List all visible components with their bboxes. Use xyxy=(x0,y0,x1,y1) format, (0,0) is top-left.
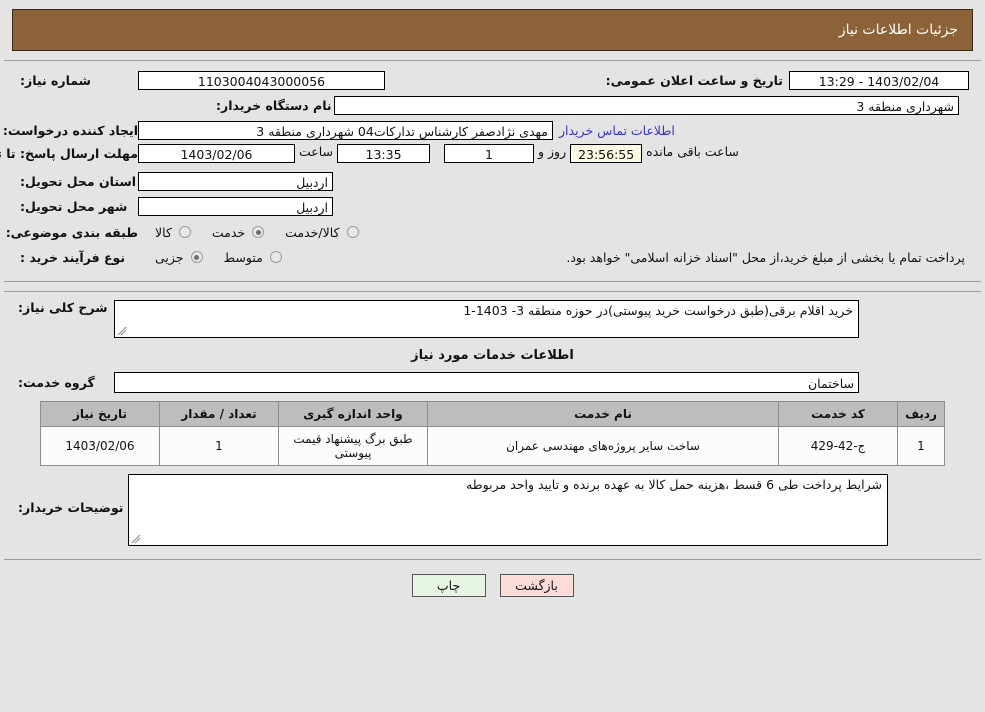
cell-unit: طبق برگ پیشنهاد قیمت پیوستی xyxy=(278,426,428,466)
countdown-value: 23:56:55 xyxy=(570,144,643,163)
cell-quantity: 1 xyxy=(159,426,279,466)
category-option-label: کالا/خدمت xyxy=(285,224,340,240)
province-label: استان محل تحویل: xyxy=(20,173,137,189)
column-header-need-date: تاریخ نیاز xyxy=(40,401,160,427)
process-radio-group[interactable]: متوسط جزیی xyxy=(138,250,286,265)
row-buyer-org: شهرداری منطقه 3 نام دستگاه خریدار: xyxy=(4,94,981,116)
need-summary-panel: 1403/02/04 - 13:29 تاریخ و ساعت اعلان عم… xyxy=(0,60,981,282)
deadline-label: مهلت ارسال پاسخ: تا تاریخ: xyxy=(0,146,138,161)
buyer-contact-link[interactable]: اطلاعات تماس خریدار xyxy=(553,123,681,138)
deadline-date: 1403/02/06 xyxy=(138,144,295,163)
process-label: نوع فرآیند خرید : xyxy=(20,249,126,265)
cell-service-name: ساخت سایر پروژه‌های مهندسی عمران xyxy=(427,426,779,466)
column-header-quantity: تعداد / مقدار xyxy=(159,401,279,427)
row-buyer-notes: شرایط پرداخت طی 6 قسط ،هزینه حمل کالا به… xyxy=(4,474,981,546)
print-button[interactable]: چاپ xyxy=(411,574,486,597)
process-option-label: جزیی xyxy=(155,249,184,265)
need-details-panel: خرید اقلام برقی(طبق درخواست خرید پیوستی)… xyxy=(4,291,981,560)
category-option-label: خدمت xyxy=(211,224,246,240)
table-row: 1 ج-42-429 ساخت سایر پروژه‌های مهندسی عم… xyxy=(40,426,945,466)
process-option-medium[interactable]: متوسط xyxy=(221,250,286,265)
row-service-group: ساختمان گروه خدمت: xyxy=(4,371,981,393)
resize-grip-icon[interactable] xyxy=(131,534,141,544)
radio-icon[interactable] xyxy=(178,226,191,238)
province-value: اردبیل xyxy=(138,171,333,191)
general-need-value: خرید اقلام برقی(طبق درخواست خرید پیوستی)… xyxy=(463,303,853,318)
general-need-textarea[interactable]: خرید اقلام برقی(طبق درخواست خرید پیوستی)… xyxy=(114,300,859,338)
process-option-label: متوسط xyxy=(223,249,263,265)
table-header-row: ردیف کد خدمت نام خدمت واحد اندازه گیری ت… xyxy=(40,401,945,427)
need-number-label: شماره نیاز: xyxy=(20,72,91,88)
hour-label: ساعت xyxy=(299,144,334,159)
city-label: شهر محل تحویل: xyxy=(20,198,128,214)
service-items-table: ردیف کد خدمت نام خدمت واحد اندازه گیری ت… xyxy=(40,401,945,466)
column-header-unit: واحد اندازه گیری xyxy=(278,401,428,427)
process-option-minor[interactable]: جزیی xyxy=(152,250,207,265)
row-city: اردبیل شهر محل تحویل: xyxy=(4,195,981,217)
radio-icon[interactable] xyxy=(252,226,265,238)
city-value: اردبیل xyxy=(138,196,333,216)
buyer-notes-label: توضیحات خریدار: xyxy=(18,500,124,515)
days-value: 1 xyxy=(444,144,535,163)
creator-value: مهدی نژادصفر کارشناس تدارکات04 شهرداری م… xyxy=(138,120,553,140)
row-category: کالا/خدمت خدمت کالا طبقه بندی موضوعی: xyxy=(4,221,981,243)
column-header-index: ردیف xyxy=(897,401,945,427)
row-need-number: 1403/02/04 - 13:29 تاریخ و ساعت اعلان عم… xyxy=(4,69,981,91)
cell-need-date: 1403/02/06 xyxy=(40,426,160,466)
column-header-service-name: نام خدمت xyxy=(427,401,779,427)
creator-label: ایجاد کننده درخواست: xyxy=(2,122,138,138)
remaining-label: ساعت باقی مانده xyxy=(646,144,739,159)
row-province: اردبیل استان محل تحویل: xyxy=(4,170,981,192)
page-header-bar: جزئیات اطلاعات نیاز xyxy=(12,9,973,51)
deadline-time: 13:35 xyxy=(337,144,431,163)
category-option-goods[interactable]: کالا xyxy=(152,225,195,240)
buyer-org-value: شهرداری منطقه 3 xyxy=(334,95,959,115)
service-group-value: ساختمان xyxy=(114,371,859,393)
radio-icon[interactable] xyxy=(190,251,203,263)
need-number-value: 1103004043000056 xyxy=(138,70,385,90)
buyer-notes-textarea[interactable]: شرایط پرداخت طی 6 قسط ،هزینه حمل کالا به… xyxy=(128,474,888,546)
radio-icon[interactable] xyxy=(346,226,359,238)
column-header-service-code: کد خدمت xyxy=(778,401,898,427)
buyer-notes-value: شرایط پرداخت طی 6 قسط ،هزینه حمل کالا به… xyxy=(466,477,882,492)
days-label: روز و xyxy=(538,144,567,159)
row-deadline: ساعت باقی مانده 23:56:55 روز و 1 13:35 س… xyxy=(0,144,981,166)
row-general-need: خرید اقلام برقی(طبق درخواست خرید پیوستی)… xyxy=(4,300,981,338)
category-option-service[interactable]: خدمت xyxy=(209,225,268,240)
service-group-label: گروه خدمت: xyxy=(18,374,95,390)
page-title: جزئیات اطلاعات نیاز xyxy=(838,22,958,38)
action-buttons-bar: بازگشت چاپ xyxy=(0,574,985,605)
row-creator: اطلاعات تماس خریدار مهدی نژادصفر کارشناس… xyxy=(2,119,981,141)
public-announce-label: تاریخ و ساعت اعلان عمومی: xyxy=(605,72,783,88)
treasury-note: پرداخت تمام یا بخشی از مبلغ خرید،از محل … xyxy=(566,249,965,265)
general-need-label: شرح کلی نیاز: xyxy=(18,300,108,315)
row-process-type: پرداخت تمام یا بخشی از مبلغ خرید،از محل … xyxy=(4,246,981,268)
category-option-label: کالا xyxy=(155,224,172,240)
cell-service-code: ج-42-429 xyxy=(778,426,898,466)
category-label: طبقه بندی موضوعی: xyxy=(5,224,138,240)
buyer-org-label: نام دستگاه خریدار: xyxy=(216,97,332,113)
public-announce-value: 1403/02/04 - 13:29 xyxy=(789,70,969,90)
category-radio-group[interactable]: کالا/خدمت خدمت کالا xyxy=(138,225,363,240)
radio-icon[interactable] xyxy=(269,251,282,263)
services-section-title: اطلاعات خدمات مورد نیاز xyxy=(411,348,574,363)
cell-index: 1 xyxy=(897,426,945,466)
back-button[interactable]: بازگشت xyxy=(499,574,574,597)
category-option-goods-service[interactable]: کالا/خدمت xyxy=(282,225,362,240)
resize-grip-icon[interactable] xyxy=(117,326,127,336)
